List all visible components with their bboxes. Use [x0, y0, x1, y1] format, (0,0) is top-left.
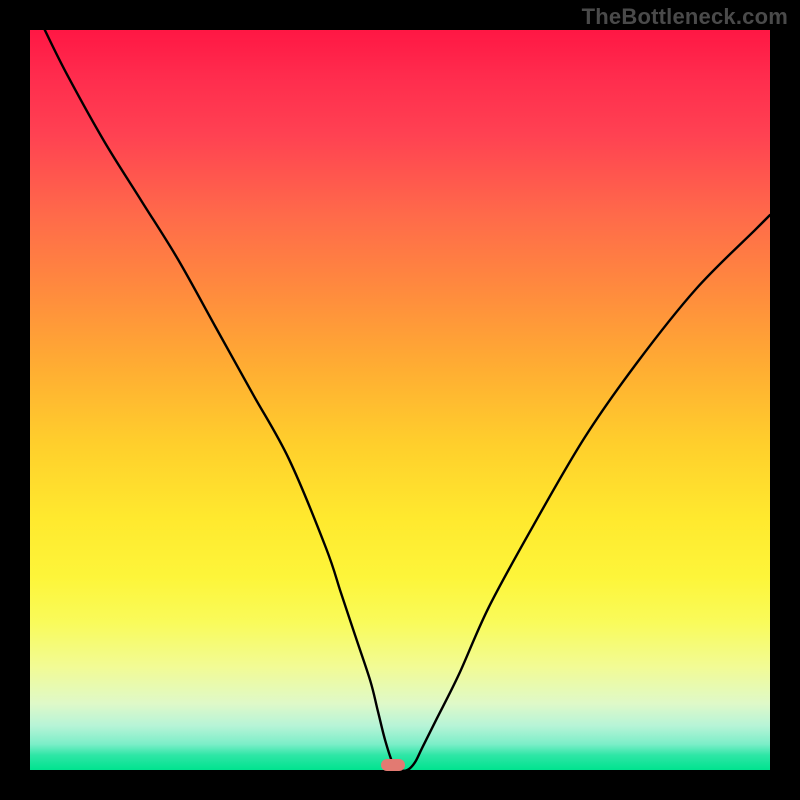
bottleneck-curve	[45, 30, 770, 770]
plot-area	[30, 30, 770, 770]
watermark-text: TheBottleneck.com	[582, 4, 788, 30]
optimal-marker	[381, 759, 405, 771]
curve-layer	[30, 30, 770, 770]
chart-frame: TheBottleneck.com	[0, 0, 800, 800]
